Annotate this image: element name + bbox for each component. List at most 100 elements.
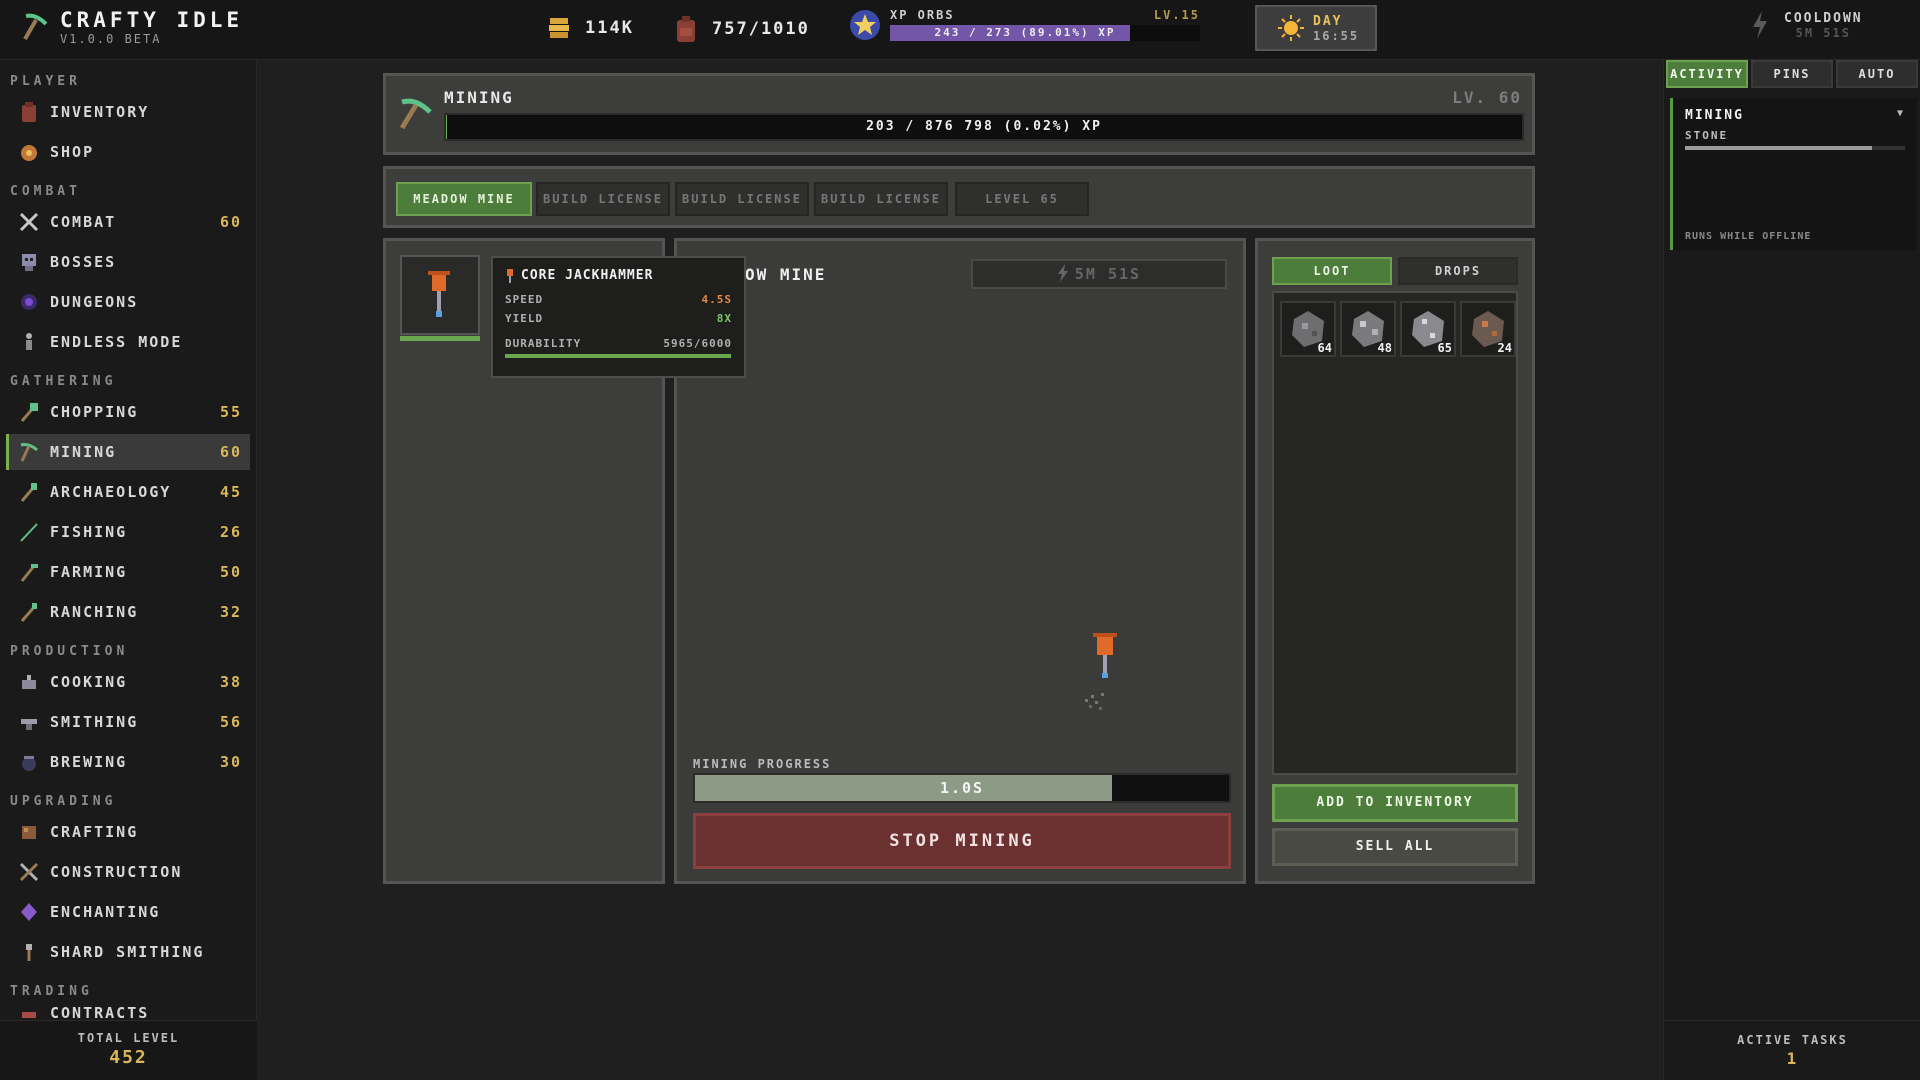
brush-icon xyxy=(16,479,42,505)
day-clock: DAY 16:55 xyxy=(1255,5,1377,51)
active-tasks-label: ACTIVE TASKS xyxy=(1737,1033,1848,1047)
sidebar-item-inventory[interactable]: INVENTORY xyxy=(6,94,250,130)
sidebar-item-label: CRAFTING xyxy=(50,823,139,841)
sidebar-item-contracts[interactable]: CONTRACTS xyxy=(6,1004,250,1018)
sidebar-item-shop[interactable]: SHOP xyxy=(6,134,250,170)
tab-activity[interactable]: ACTIVITY xyxy=(1666,60,1748,88)
loot-item-stone-ore[interactable]: 64 xyxy=(1280,301,1336,357)
loot-count: 64 xyxy=(1317,341,1332,355)
sidebar-item-label: COOKING xyxy=(50,673,128,691)
tab-auto[interactable]: AUTO xyxy=(1836,60,1918,88)
tab-loot[interactable]: LOOT xyxy=(1272,257,1392,285)
tab-build-license-2[interactable]: BUILD LICENSE xyxy=(675,182,809,216)
fishing-rod-icon xyxy=(16,519,42,545)
chevron-down-icon[interactable]: ▼ xyxy=(1897,108,1905,123)
sidebar-item-smithing[interactable]: SMITHING 56 xyxy=(6,704,250,740)
sidebar-item-enchanting[interactable]: ENCHANTING xyxy=(6,894,250,930)
total-level-label: TOTAL LEVEL xyxy=(77,1031,180,1045)
sidebar-item-label: BOSSES xyxy=(50,253,117,271)
sidebar-item-archaeology[interactable]: ARCHAEOLOGY 45 xyxy=(6,474,250,510)
stop-mining-button[interactable]: STOP MINING xyxy=(693,813,1231,869)
app-title: CRAFTY IDLE xyxy=(60,8,244,32)
tab-build-license-3[interactable]: BUILD LICENSE xyxy=(814,182,948,216)
task-progress-fill xyxy=(1685,146,1872,150)
jackhammer-small-icon xyxy=(507,268,513,283)
pickaxe-icon xyxy=(16,439,42,465)
lightning-icon xyxy=(1753,11,1767,39)
inventory-counter: 757/1010 xyxy=(672,14,810,44)
sidebar-item-construction[interactable]: CONSTRUCTION xyxy=(6,854,250,890)
total-level: TOTAL LEVEL 452 xyxy=(0,1020,257,1080)
skill-xp-text: 203 / 876 798 (0.02%) XP xyxy=(866,119,1102,134)
loot-item-copper-ore[interactable]: 24 xyxy=(1460,301,1516,357)
sidebar-item-farming[interactable]: FARMING 50 xyxy=(6,554,250,590)
mine-cooldown-time: 5M 51S xyxy=(1074,265,1142,283)
xp-orbs-meter: XP ORBS LV.15 243 / 273 (89.01%) XP xyxy=(848,8,1203,50)
sidebar-item-cooking[interactable]: COOKING 38 xyxy=(6,664,250,700)
sell-all-button[interactable]: SELL ALL xyxy=(1272,828,1518,866)
skill-xp-bar: 203 / 876 798 (0.02%) XP xyxy=(444,113,1524,141)
section-gathering: GATHERING xyxy=(10,374,117,389)
add-to-inventory-button[interactable]: ADD TO INVENTORY xyxy=(1272,784,1518,822)
shop-bag-icon xyxy=(16,139,42,165)
loot-item-silver-ore[interactable]: 65 xyxy=(1400,301,1456,357)
sidebar-item-ranching[interactable]: RANCHING 32 xyxy=(6,594,250,630)
tab-pins[interactable]: PINS xyxy=(1751,60,1833,88)
sidebar-item-crafting[interactable]: CRAFTING xyxy=(6,814,250,850)
cooldown-label: COOLDOWN xyxy=(1784,10,1863,26)
day-time: 16:55 xyxy=(1313,28,1360,43)
tool-slot[interactable] xyxy=(400,255,480,341)
sidebar-item-dungeons[interactable]: DUNGEONS xyxy=(6,284,250,320)
sidebar-item-label: ENCHANTING xyxy=(50,903,161,921)
area-tabs: MEADOW MINE BUILD LICENSE BUILD LICENSE … xyxy=(383,166,1535,228)
sidebar-item-level: 45 xyxy=(219,483,242,501)
sidebar-item-chopping[interactable]: CHOPPING 55 xyxy=(6,394,250,430)
tool-speed-label: SPEED xyxy=(505,293,544,306)
sidebar-item-endless-mode[interactable]: ENDLESS MODE xyxy=(6,324,250,360)
sidebar-item-label: SMITHING xyxy=(50,713,139,731)
sidebar-item-bosses[interactable]: BOSSES xyxy=(6,244,250,280)
cooldown-time: 5M 51S xyxy=(1795,25,1851,40)
app-logo: CRAFTY IDLE V1.0.0 BETA xyxy=(20,8,243,46)
inventory-amount: 757/1010 xyxy=(712,19,810,39)
tab-level-65[interactable]: LEVEL 65 xyxy=(955,182,1089,216)
sidebar-item-shard-smithing[interactable]: SHARD SMITHING xyxy=(6,934,250,970)
tool-speed-value: 4.5S xyxy=(701,293,732,306)
sidebar-item-combat[interactable]: COMBAT 60 xyxy=(6,204,250,240)
gold-coins-icon xyxy=(549,18,569,38)
sidebar-item-label: INVENTORY xyxy=(50,103,150,121)
crafting-table-icon xyxy=(16,819,42,845)
mining-progress-text: 1.0S xyxy=(939,779,985,797)
sidebar-item-label: CONSTRUCTION xyxy=(50,863,183,881)
active-task-card[interactable]: MINING ▼ STONE RUNS WHILE OFFLINE xyxy=(1670,98,1917,250)
sidebar-item-level: 55 xyxy=(219,403,242,421)
loot-count: 24 xyxy=(1497,341,1512,355)
sidebar-item-level: 56 xyxy=(219,713,242,731)
contract-scroll-icon xyxy=(16,1004,42,1018)
sidebar-item-level: 30 xyxy=(219,753,242,771)
xp-orbs-bar: 243 / 273 (89.01%) XP xyxy=(890,25,1200,41)
skill-name: MINING xyxy=(444,88,514,107)
loot-item-iron-ore[interactable]: 48 xyxy=(1340,301,1396,357)
tab-drops[interactable]: DROPS xyxy=(1398,257,1518,285)
tool-durability-bar xyxy=(400,336,480,341)
mine-panel: OW MINE 5M 51S MINING PROGRESS 1.0S STOP… xyxy=(674,238,1246,884)
xp-orbs-level: LV.15 xyxy=(1153,8,1200,22)
pickaxe-logo-icon xyxy=(23,13,48,41)
gold-counter: 114K xyxy=(545,14,634,42)
cooking-pot-icon xyxy=(16,669,42,695)
sidebar-item-label: ARCHAEOLOGY xyxy=(50,483,172,501)
section-production: PRODUCTION xyxy=(10,644,129,659)
mining-progress-bar: 1.0S xyxy=(693,773,1231,803)
sidebar-item-fishing[interactable]: FISHING 26 xyxy=(6,514,250,550)
backpack-icon xyxy=(16,99,42,125)
sidebar-item-mining[interactable]: MINING 60 xyxy=(6,434,250,470)
sidebar-item-label: ENDLESS MODE xyxy=(50,333,183,351)
sidebar-item-level: 50 xyxy=(219,563,242,581)
tab-meadow-mine[interactable]: MEADOW MINE xyxy=(396,182,532,216)
tab-build-license-1[interactable]: BUILD LICENSE xyxy=(536,182,670,216)
sidebar-item-level: 38 xyxy=(219,673,242,691)
endless-figure-icon xyxy=(16,329,42,355)
sidebar-item-brewing[interactable]: BREWING 30 xyxy=(6,744,250,780)
jackhammer-animation-icon xyxy=(1085,633,1117,710)
